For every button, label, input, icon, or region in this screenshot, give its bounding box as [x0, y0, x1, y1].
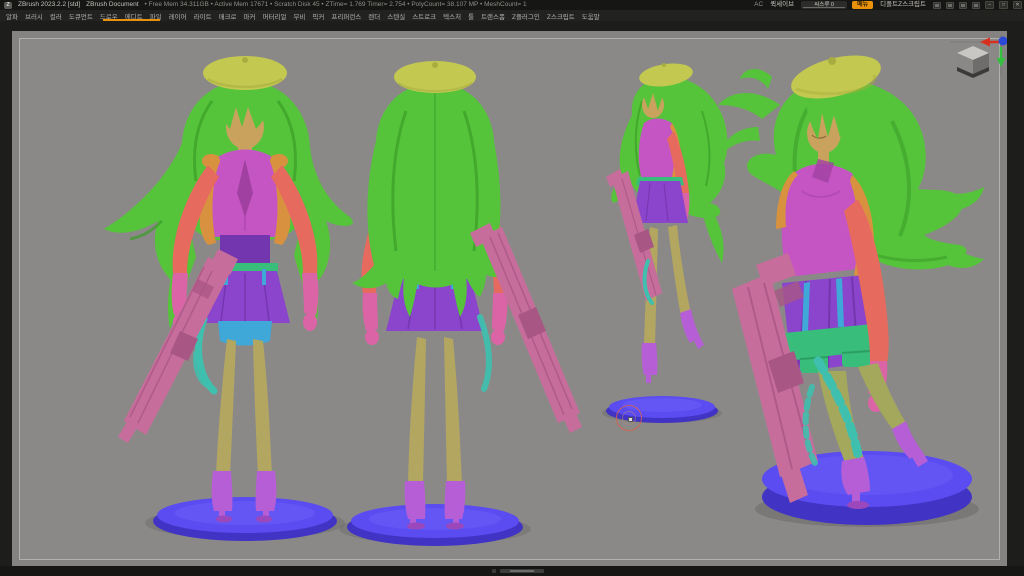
- menu-item[interactable]: 알파: [6, 11, 18, 21]
- menu-item[interactable]: 트랜스폼: [481, 11, 505, 21]
- menu-item[interactable]: 툴: [468, 11, 474, 21]
- menu-item[interactable]: 레이어: [169, 11, 187, 21]
- zbrush-logo-icon: Z: [4, 2, 12, 9]
- menu-item[interactable]: 무비: [293, 11, 305, 21]
- tablet-icon[interactable]: [933, 2, 941, 9]
- palette-icon[interactable]: [959, 2, 967, 9]
- tray-handle[interactable]: [500, 569, 544, 573]
- legs: [216, 339, 272, 475]
- torso: [200, 150, 291, 246]
- doc-icon[interactable]: [972, 2, 980, 9]
- maximize-button[interactable]: □: [999, 1, 1008, 9]
- z-axis-sphere[interactable]: [999, 37, 1008, 46]
- display-base: [606, 396, 718, 423]
- head: [642, 91, 664, 118]
- model-view-front[interactable]: [104, 56, 353, 541]
- see-through-slider[interactable]: 씨스루 0: [801, 1, 847, 9]
- model-view-three-quarter-large[interactable]: [718, 47, 984, 527]
- legs: [408, 337, 462, 483]
- menu-item[interactable]: 스트로크: [412, 11, 436, 21]
- menu-item[interactable]: 머터리얼: [263, 11, 287, 21]
- display-base: [347, 504, 523, 546]
- app-title: ZBrush 2023.2.2 [std]: [18, 0, 80, 10]
- close-button[interactable]: ✕: [1013, 1, 1022, 9]
- menu-item[interactable]: 프리퍼런스: [331, 11, 361, 21]
- memory-stats: • Free Mem 34.311GB • Active Mem 17671 •…: [145, 0, 527, 10]
- menu-item[interactable]: 스텐실: [387, 11, 405, 21]
- default-zscript-button[interactable]: 디폴트Z스크립트: [878, 0, 928, 10]
- gear-icon[interactable]: [946, 2, 954, 9]
- camera-nav-widget[interactable]: [950, 35, 1007, 78]
- display-base: [153, 497, 337, 541]
- minimize-button[interactable]: –: [985, 1, 994, 9]
- bottom-tray-bar: [0, 566, 1024, 576]
- sculpt-scene[interactable]: [12, 31, 1007, 567]
- title-bar: Z ZBrush 2023.2.2 [std] ZBrush Document …: [0, 0, 1024, 10]
- camera-cube-icon[interactable]: [957, 46, 989, 78]
- title-bar-right: AC 퀵세이브 씨스루 0 메뉴 디폴트Z스크립트 – □ ✕: [754, 0, 1022, 10]
- menus-toggle-button[interactable]: 메뉴: [852, 1, 873, 9]
- menu-item[interactable]: Z스크립트: [547, 11, 575, 21]
- menu-item[interactable]: 매크로: [219, 11, 237, 21]
- menu-item[interactable]: 컬러: [50, 11, 62, 21]
- quicksave-button[interactable]: 퀵세이브: [768, 0, 796, 10]
- model-view-three-quarter-small[interactable]: [602, 60, 727, 423]
- beret: [394, 61, 476, 93]
- tray-dot: [492, 569, 496, 573]
- zbrush-app: { "title_bar": { "logo_glyph": "Z", "app…: [0, 0, 1024, 576]
- menu-item[interactable]: 브러시: [25, 11, 43, 21]
- hair: [352, 83, 512, 317]
- menu-item[interactable]: 픽커: [312, 11, 324, 21]
- beret: [203, 56, 287, 90]
- ac-indicator: AC: [754, 0, 763, 10]
- menu-item[interactable]: 라이트: [194, 11, 212, 21]
- menu-item[interactable]: 마커: [244, 11, 256, 21]
- menu-item[interactable]: 도움말: [582, 11, 600, 21]
- menu-item[interactable]: 도큐먼트: [69, 11, 93, 21]
- active-menu-underline: [103, 19, 160, 21]
- menu-item[interactable]: Z플러그인: [512, 11, 540, 21]
- menu-item[interactable]: 렌더: [368, 11, 380, 21]
- model-view-back[interactable]: [339, 61, 582, 546]
- y-axis-arrow[interactable]: [997, 47, 1006, 67]
- document-name: ZBrush Document: [86, 0, 138, 10]
- menu-item[interactable]: 텍스처: [443, 11, 461, 21]
- document-canvas[interactable]: [12, 31, 1007, 567]
